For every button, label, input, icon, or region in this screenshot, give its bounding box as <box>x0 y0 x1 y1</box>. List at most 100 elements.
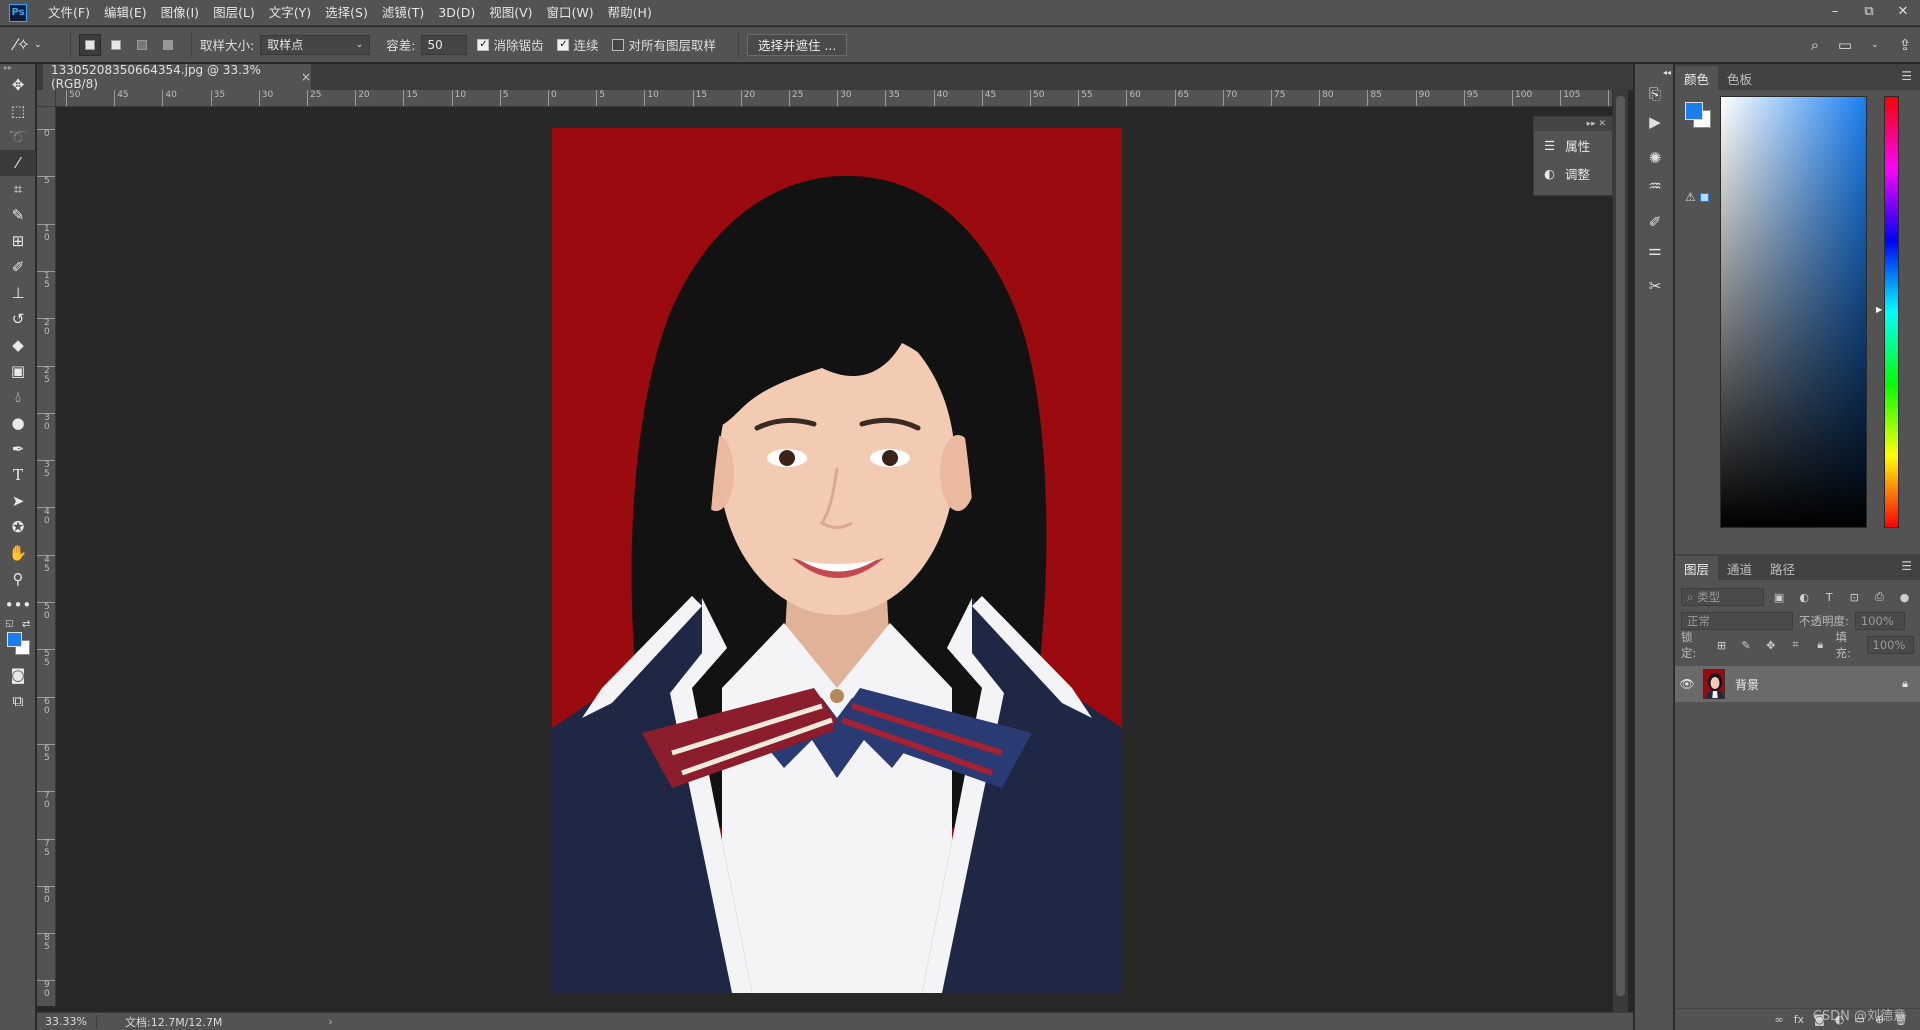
ruler-origin[interactable] <box>37 90 56 107</box>
document-tab[interactable]: 13305208350664354.jpg @ 33.3%(RGB/8) × <box>43 63 311 91</box>
menu-3d[interactable]: 3D(D) <box>431 0 482 26</box>
magic-wand-tool-icon[interactable]: ⁄ <box>0 150 36 176</box>
blur-tool-icon[interactable]: 💧︎ <box>0 384 36 410</box>
zoom-tool-icon[interactable]: ⚲ <box>0 566 36 592</box>
clone-stamp-tool-icon[interactable]: ⊥ <box>0 280 36 306</box>
horizontal-ruler[interactable]: 50 45 40 35 30 25 20 15 10 5 0 5 10 15 20 25 30 35 40 45 50 5… <box>56 90 1612 107</box>
lock-image-icon[interactable]: ✎ <box>1737 639 1756 652</box>
panel-collapse-icon[interactable]: ▸▸ ✕ <box>1534 117 1612 131</box>
more-tools-icon[interactable]: ••• <box>0 592 36 618</box>
tab-layers[interactable]: 图层 <box>1675 556 1719 580</box>
filter-type-icon[interactable]: T <box>1820 591 1839 604</box>
pen-tool-icon[interactable]: ✒ <box>0 436 36 462</box>
menu-help[interactable]: 帮助(H) <box>601 0 659 26</box>
select-and-mask-button[interactable]: 选择并遮住 ... <box>746 33 848 56</box>
swap-colors-icon[interactable]: ⇄ <box>22 619 30 630</box>
tab-paths[interactable]: 路径 <box>1761 556 1804 580</box>
minimize-button[interactable]: – <box>1818 0 1852 26</box>
tab-color[interactable]: 颜色 <box>1675 66 1719 90</box>
menu-filter[interactable]: 滤镜(T) <box>375 0 431 26</box>
new-selection-button[interactable] <box>79 33 101 56</box>
hue-slider[interactable] <box>1884 96 1899 528</box>
layer-filter-select[interactable]: ⌕ 类型 <box>1681 588 1764 606</box>
lock-position-icon[interactable]: ✥ <box>1761 639 1780 652</box>
saturation-brightness-field[interactable] <box>1720 96 1867 528</box>
intersect-selection-button[interactable] <box>157 34 179 56</box>
tolerance-input[interactable]: 50 <box>421 34 468 55</box>
healing-brush-tool-icon[interactable]: ⊞ <box>0 228 36 254</box>
sample-all-layers-checkbox[interactable]: 对所有图层取样 <box>612 35 716 54</box>
panel-menu-icon[interactable]: ☰ <box>1901 559 1912 573</box>
lock-all-icon[interactable]: 🔒︎ <box>1811 638 1830 652</box>
filter-pixel-icon[interactable]: ▣ <box>1770 591 1789 604</box>
sample-size-select[interactable]: 取样点 ⌄ <box>260 34 371 55</box>
share-icon[interactable]: ⇪ <box>1890 36 1920 54</box>
canvas-vertical-scrollbar[interactable] <box>1612 90 1628 1012</box>
filter-adjustment-icon[interactable]: ◐ <box>1795 591 1814 604</box>
layer-lock-icon[interactable]: 🔒︎ <box>1902 677 1908 691</box>
menu-view[interactable]: 视图(V) <box>482 0 539 26</box>
close-tab-icon[interactable]: × <box>301 70 311 84</box>
menu-image[interactable]: 图像(I) <box>154 0 206 26</box>
panel-menu-icon[interactable]: ☰ <box>1901 69 1912 83</box>
adjustments-button[interactable]: ◐ 调整 <box>1534 159 1612 187</box>
menu-layer[interactable]: 图层(L) <box>206 0 262 26</box>
default-colors-icon[interactable]: ◱ <box>5 619 14 629</box>
link-layers-icon[interactable]: ∞ <box>1775 1013 1784 1026</box>
menu-edit[interactable]: 编辑(E) <box>97 0 154 26</box>
antialias-checkbox[interactable]: ✓ 消除锯齿 <box>477 35 543 54</box>
fill-input[interactable]: 100% <box>1866 636 1915 654</box>
scroll-thumb[interactable] <box>1616 96 1625 996</box>
lasso-tool-icon[interactable]: ➰ <box>0 124 36 150</box>
filter-smart-object-icon[interactable]: ⎙ <box>1870 590 1889 604</box>
brush-tool-icon[interactable]: ✐ <box>0 254 36 280</box>
tools-options-icon[interactable]: ✂ <box>1635 272 1675 300</box>
tool-presets-icon[interactable]: ✐ <box>1635 208 1675 236</box>
menu-file[interactable]: 文件(F) <box>41 0 97 26</box>
color-foreground-swatch[interactable] <box>1685 102 1703 120</box>
vertical-ruler[interactable]: 0 5 1 0 1 5 2 0 2 5 3 0 3 5 4 0 4 5 5 0 5 5 6 0 6 5 7 … <box>37 107 56 1006</box>
eyedropper-tool-icon[interactable]: ✎ <box>0 202 36 228</box>
actions-play-icon[interactable]: ▶ <box>1635 108 1675 136</box>
zoom-level[interactable]: 33.33% <box>37 1015 97 1028</box>
canvas-area[interactable] <box>57 107 1612 1012</box>
visibility-eye-icon[interactable]: 👁︎ <box>1675 677 1699 691</box>
adjust-sliders-icon[interactable]: ⚌ <box>1635 236 1675 264</box>
layer-name[interactable]: 背景 <box>1735 676 1759 693</box>
add-to-selection-button[interactable] <box>105 34 127 56</box>
subtract-from-selection-button[interactable] <box>131 34 153 56</box>
gamut-warning-icon[interactable]: ⚠ <box>1685 190 1696 204</box>
menu-window[interactable]: 窗口(W) <box>540 0 601 26</box>
gradient-tool-icon[interactable]: ▣ <box>0 358 36 384</box>
chevron-down-icon[interactable]: ⌄ <box>1860 40 1890 50</box>
brush-settings-icon[interactable]: ✺ <box>1635 144 1675 172</box>
search-icon[interactable]: ⌕ <box>1800 36 1830 54</box>
quick-mask-icon[interactable]: ◙ <box>0 662 36 688</box>
filter-shape-icon[interactable]: ⊡ <box>1845 591 1864 604</box>
brushes-icon[interactable]: ♒ <box>1635 172 1675 200</box>
tab-channels[interactable]: 通道 <box>1718 556 1761 580</box>
opacity-input[interactable]: 100% <box>1854 612 1905 630</box>
restore-button[interactable]: ⧉ <box>1852 0 1886 26</box>
marquee-tool-icon[interactable]: ⬚ <box>0 98 36 124</box>
blend-mode-select[interactable]: 正常 <box>1681 612 1793 630</box>
history-brush-tool-icon[interactable]: ↺ <box>0 306 36 332</box>
tab-swatches[interactable]: 色板 <box>1718 66 1761 90</box>
menu-type[interactable]: 文字(Y) <box>262 0 318 26</box>
properties-button[interactable]: ☰ 属性 <box>1534 131 1612 159</box>
foreground-color-swatch[interactable] <box>7 632 22 647</box>
hand-tool-icon[interactable]: ✋ <box>0 540 36 566</box>
crop-tool-icon[interactable]: ⌗ <box>0 176 36 202</box>
workspace-icon[interactable]: ▭ <box>1830 36 1860 54</box>
lock-transparent-icon[interactable]: ⊞ <box>1712 639 1731 652</box>
close-button[interactable]: ✕ <box>1886 0 1920 26</box>
panel-grip-icon[interactable]: ▸▸ <box>0 64 35 72</box>
move-tool-icon[interactable]: ✥ <box>0 72 36 98</box>
lock-artboard-icon[interactable]: ⌗ <box>1786 638 1805 652</box>
status-menu-arrow-icon[interactable]: › <box>328 1015 332 1028</box>
eraser-tool-icon[interactable]: ◆ <box>0 332 36 358</box>
tool-preset-picker[interactable]: ⁄✧ ⌄ <box>14 31 62 59</box>
contiguous-checkbox[interactable]: ✓ 连续 <box>557 35 598 54</box>
layer-row-background[interactable]: 👁︎ 背景 🔒︎ <box>1675 666 1920 702</box>
history-icon[interactable]: ⎘ <box>1635 80 1675 108</box>
